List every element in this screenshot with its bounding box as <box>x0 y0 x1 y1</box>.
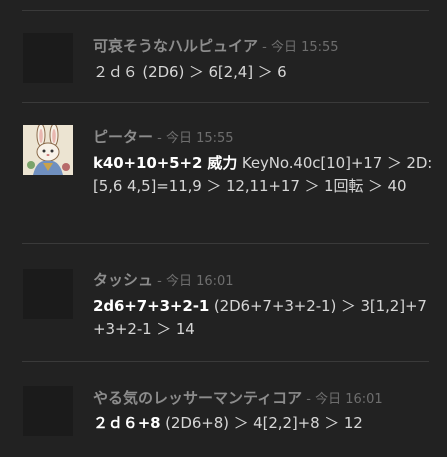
divider <box>22 102 429 103</box>
result-text: (2D6+8) ＞ 4[2,2]+8 ＞ 12 <box>160 414 363 432</box>
separator: - <box>258 40 271 55</box>
message-header: タッシュ - 今日 16:01 <box>93 271 433 291</box>
separator: - <box>302 392 316 407</box>
sender-name[interactable]: やる気のレッサーマンティコア <box>93 389 302 407</box>
avatar[interactable] <box>23 33 73 83</box>
result-text: ２ｄ６ (2D6) ＞ 6[2,4] ＞ 6 <box>93 63 287 81</box>
avatar[interactable] <box>23 386 73 436</box>
timestamp: 今日 15:55 <box>165 131 234 146</box>
command-text: k40+10+5+2 威力 <box>93 154 238 172</box>
sender-name[interactable]: タッシュ <box>93 271 153 289</box>
separator: - <box>153 131 166 146</box>
message-body: ２ｄ６+8 (2D6+8) ＞ 4[2,2]+8 ＞ 12 <box>93 412 435 435</box>
separator: - <box>153 274 166 289</box>
divider <box>22 10 429 11</box>
sender-name[interactable]: ピーター <box>93 128 153 146</box>
chat-log: 可哀そうなハルピュイア - 今日 15:55 ２ｄ６ (2D6) ＞ 6[2,4… <box>0 0 447 457</box>
message-header: やる気のレッサーマンティコア - 今日 16:01 <box>93 389 433 409</box>
avatar[interactable] <box>23 269 73 319</box>
timestamp: 今日 16:01 <box>315 392 383 407</box>
message-header: 可哀そうなハルピュイア - 今日 15:55 <box>93 37 433 57</box>
divider <box>22 361 429 362</box>
message-header: ピーター - 今日 15:55 <box>93 128 433 148</box>
command-text: 2d6+7+3+2-1 <box>93 297 210 315</box>
divider <box>22 243 429 244</box>
command-text: ２ｄ６+8 <box>93 414 161 432</box>
message-body: 2d6+7+3+2-1 (2D6+7+3+2-1) ＞ 3[1,2]+7+3+2… <box>93 295 435 341</box>
timestamp: 今日 16:01 <box>165 274 234 289</box>
message-body: k40+10+5+2 威力 KeyNo.40c[10]+17 ＞ 2D:[5,6… <box>93 152 435 198</box>
sender-name[interactable]: 可哀そうなハルピュイア <box>93 37 258 55</box>
message-body: ２ｄ６ (2D6) ＞ 6[2,4] ＞ 6 <box>93 61 435 84</box>
timestamp: 今日 15:55 <box>270 40 339 55</box>
rabbit-avatar-icon[interactable] <box>23 125 73 175</box>
